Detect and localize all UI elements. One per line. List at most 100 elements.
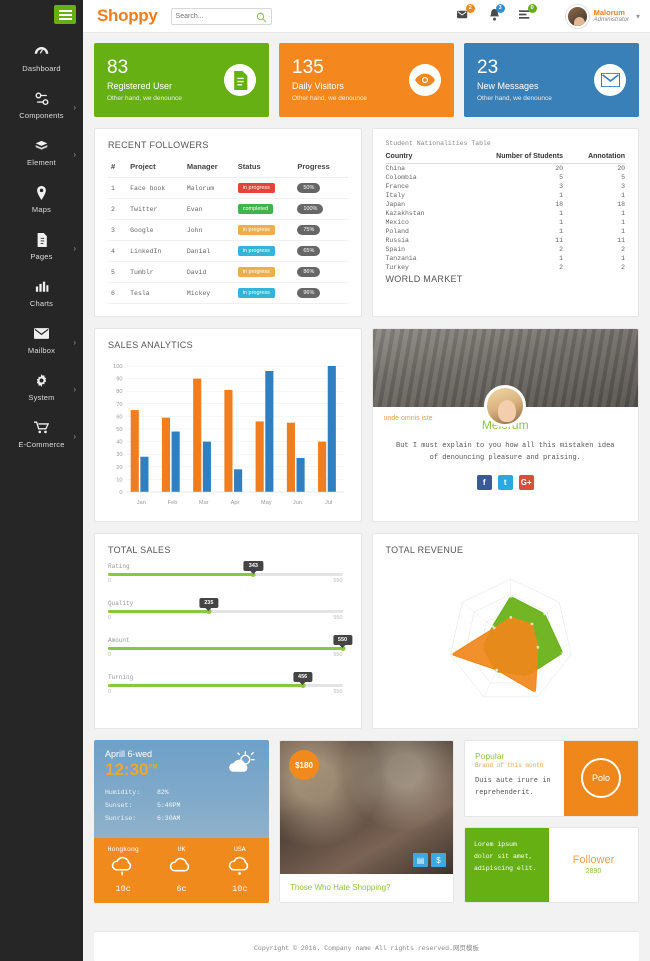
sidebar-item-components[interactable]: Components ›: [0, 81, 83, 128]
row-status-cell: in progress: [234, 261, 295, 283]
google-plus-icon[interactable]: G+: [518, 474, 534, 490]
world-market-title: WORLD MARKET: [385, 274, 463, 284]
weather-city-hongkong: Hongkong 10c: [94, 846, 152, 894]
svg-text:Jul: Jul: [325, 500, 332, 506]
svg-text:0: 0: [119, 490, 122, 496]
row-progress-cell: 96%: [294, 282, 348, 304]
status-badge: in progress: [237, 246, 275, 256]
table-header-row: # Project Manager Status Progress: [108, 158, 348, 178]
progress-badge: 65%: [297, 246, 321, 256]
weather-widget: Aprill 6-wed 12:30PM Humidity: 82% Sunse…: [94, 740, 269, 903]
sidebar-item-system[interactable]: System ›: [0, 363, 83, 410]
slider-track[interactable]: 550: [108, 635, 353, 651]
table-row: Poland 1 1: [386, 227, 626, 236]
shopping-card-wrap: $180 ▤ $ Those Who Hate Shopping?: [279, 740, 454, 903]
column-header: #: [108, 158, 128, 178]
slider-track[interactable]: 235: [108, 598, 343, 614]
sidebar-item-maps[interactable]: Maps: [0, 175, 83, 222]
dollar-icon[interactable]: $: [431, 853, 446, 867]
table-row[interactable]: 4 LinkedIn Danial in progress 65%: [108, 240, 348, 262]
card-payment-icon[interactable]: ▤: [413, 853, 428, 867]
table-row[interactable]: 2 Twitter Evan completed 100%: [108, 198, 348, 220]
table-row: Russia 11 11: [386, 236, 626, 245]
nationalities-caption: Student Nationalities Table: [385, 140, 491, 147]
progress-badge: 86%: [297, 267, 321, 277]
weather-top: Aprill 6-wed 12:30PM Humidity: 82% Sunse…: [94, 740, 269, 838]
widgets-row: Aprill 6-wed 12:30PM Humidity: 82% Sunse…: [94, 740, 639, 903]
slider-quality[interactable]: Quality 235 0 550: [108, 598, 343, 621]
slider-max: 550: [333, 652, 343, 658]
city-name: USA: [233, 846, 246, 853]
nat-cell: Mexico: [385, 219, 409, 226]
snow-cloud-icon: [211, 855, 269, 882]
notification-bell[interactable]: 3: [489, 3, 505, 24]
weather-row: Humidity: 82%: [105, 789, 258, 796]
table-row[interactable]: 1 Face book Malorum in progress 50%: [108, 177, 348, 199]
stat-card-registered-user[interactable]: 83 Registered User Other hand, we denounce: [94, 43, 269, 117]
svg-text:70: 70: [116, 402, 122, 408]
weather-key: Sunset:: [105, 802, 133, 809]
sidebar-item-mailbox[interactable]: Mailbox ›: [0, 316, 83, 363]
nationalities-panel: Student Nationalities Table Country Numbe…: [371, 128, 639, 317]
chevron-right-icon[interactable]: ›: [73, 432, 76, 441]
app-root: Dashboard Components › Element › Maps Pages › Ch…: [0, 0, 650, 961]
social-links: f t G+: [373, 465, 639, 503]
table-row: France 3 3: [386, 182, 626, 191]
chevron-right-icon[interactable]: ›: [73, 338, 76, 347]
sidebar-item-element[interactable]: Element ›: [0, 128, 83, 175]
nat-cell: France: [385, 183, 409, 190]
twitter-icon[interactable]: t: [497, 474, 513, 490]
row-index: 4: [108, 240, 128, 262]
search-input[interactable]: [175, 12, 267, 20]
slider-label: Quality: [108, 600, 134, 607]
status-badge: in progress: [237, 183, 275, 193]
facebook-icon[interactable]: f: [476, 474, 492, 490]
slider-track[interactable]: 456: [108, 672, 343, 688]
sidebar-item-label: Element: [27, 158, 56, 167]
chevron-down-icon[interactable]: ▾: [636, 12, 640, 21]
slider-rating[interactable]: Rating 343 0 550: [108, 561, 343, 584]
follower-title: Follower: [572, 854, 615, 867]
weather-row: Sunset: 5:40PM: [105, 802, 258, 809]
slider-amount[interactable]: Amount 550 0 550: [108, 635, 353, 658]
chevron-right-icon[interactable]: ›: [73, 150, 76, 159]
row-progress-cell: 100%: [294, 198, 348, 220]
main-area: Shoppy 230 Malorum Administrator ▾ 83Reg…: [83, 0, 650, 961]
popular-text: Duis aute irure in reprehenderit.: [475, 777, 551, 797]
footer: Copyright © 2016. Company name All right…: [94, 931, 639, 961]
svg-text:Apr: Apr: [231, 500, 240, 506]
menu-toggle-button[interactable]: [54, 5, 76, 24]
sidebar-item-charts[interactable]: Charts: [0, 269, 83, 316]
sidebar-item-e-commerce[interactable]: E-Commerce ›: [0, 410, 83, 457]
sidebar-item-pages[interactable]: Pages ›: [0, 222, 83, 269]
slider-fill: [108, 647, 343, 650]
chevron-right-icon[interactable]: ›: [73, 385, 76, 394]
stat-card-daily-visitors[interactable]: 135 Daily Visitors Other hand, we denounce: [279, 43, 454, 117]
table-row[interactable]: 6 Tesla Mickey in progress 96%: [108, 282, 348, 304]
notification-message[interactable]: 2: [456, 4, 475, 23]
search-icon[interactable]: [256, 12, 267, 26]
slider-label: Rating: [108, 563, 130, 570]
row-manager: John: [183, 219, 235, 241]
chevron-right-icon[interactable]: ›: [73, 103, 76, 112]
user-menu[interactable]: Malorum Administrator ▾: [565, 4, 640, 28]
notification-tasks[interactable]: 0: [518, 4, 537, 23]
sidebar-item-dashboard[interactable]: Dashboard: [0, 34, 83, 81]
search-box[interactable]: [170, 7, 272, 26]
row-manager: Mickey: [183, 282, 235, 304]
svg-text:80: 80: [116, 389, 122, 395]
stat-card-new-messages[interactable]: 23 New Messages Other hand, we denounce: [464, 43, 639, 117]
row-index: 3: [108, 219, 128, 241]
sidebar-item-label: Mailbox: [27, 346, 56, 355]
shopping-caption[interactable]: Those Who Hate Shopping?: [280, 874, 453, 902]
popular-title: Popular: [475, 751, 505, 761]
radar-chart: [373, 563, 639, 728]
profile-panel: unde omnis iste Melorum But I must expla…: [371, 328, 639, 522]
chevron-right-icon[interactable]: ›: [73, 244, 76, 253]
table-row[interactable]: 5 Tumblr David in progress 86%: [108, 261, 348, 283]
followers-table: # Project Manager Status Progress 1 Face book…: [108, 158, 348, 304]
slider-track[interactable]: 343: [108, 561, 343, 577]
user-name: Malorum: [593, 7, 625, 17]
table-row[interactable]: 3 Google John in progress 75%: [108, 219, 348, 241]
slider-turning[interactable]: Turning 456 0 550: [108, 672, 343, 695]
